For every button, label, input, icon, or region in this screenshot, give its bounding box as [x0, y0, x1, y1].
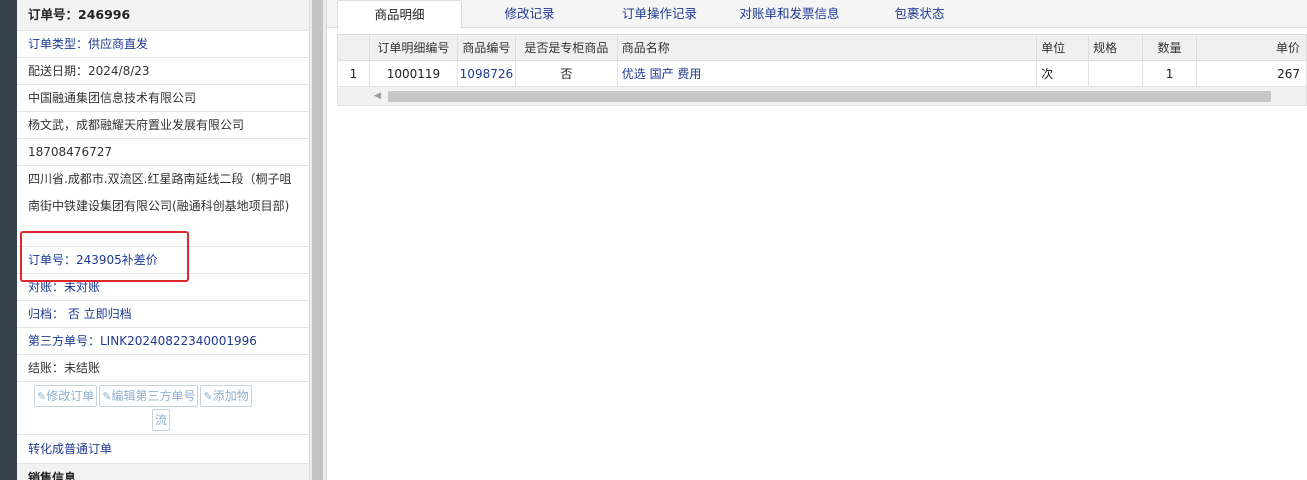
edit-icon: ✎	[37, 390, 47, 403]
horizontal-scrollbar[interactable]: ◀	[337, 87, 1307, 106]
row-index: 1	[337, 60, 370, 87]
convert-to-normal-order-link[interactable]: 转化成普通订单	[17, 435, 309, 464]
col-header-quantity[interactable]: 数量	[1142, 34, 1198, 61]
col-header-unit[interactable]: 单位	[1036, 34, 1090, 61]
product-grid: 订单明细编号 商品编号 是否是专柜商品 商品名称 单位 规格 数量 单价 1 1…	[337, 34, 1307, 106]
phone-number: 18708476727	[17, 139, 309, 166]
product-table: 订单明细编号 商品编号 是否是专柜商品 商品名称 单位 规格 数量 单价 1 1…	[337, 34, 1307, 87]
quantity: 1	[1142, 60, 1198, 87]
detail-number: 1000119	[368, 60, 458, 87]
archive-status[interactable]: 归档： 否 立即归档	[17, 301, 309, 328]
order-type: 订单类型：供应商直发	[17, 31, 309, 58]
order-info-panel: 订单号：246996 订单类型：供应商直发 配送日期：2024/8/23 中国融…	[17, 0, 309, 480]
sales-info-header: 销售信息	[17, 464, 309, 480]
edit-icon: ✎	[203, 390, 213, 403]
product-name-link[interactable]: 优选 国产 费用	[616, 60, 1038, 87]
third-party-number: 第三方单号：LINK20240822340001996	[17, 328, 309, 355]
tab-bar: 商品明细 修改记录 订单操作记录 对账单和发票信息 包裹状态	[327, 0, 1307, 29]
col-header-spec[interactable]: 规格	[1088, 34, 1144, 61]
spec	[1088, 60, 1144, 87]
col-header-is-counter[interactable]: 是否是专柜商品	[514, 34, 618, 61]
tab-modify-records[interactable]: 修改记录	[467, 0, 592, 28]
panel-scrollbar[interactable]	[309, 0, 327, 480]
modify-order-button[interactable]: ✎修改订单	[34, 385, 98, 407]
contact-info: 杨文武，成都融耀天府置业发展有限公司	[17, 112, 309, 139]
delivery-date: 配送日期：2024/8/23	[17, 58, 309, 85]
reconcile-status: 对账：未对账	[17, 274, 309, 301]
tab-package-status[interactable]: 包裹状态	[857, 0, 982, 28]
related-order-link[interactable]: 订单号：243905补差价	[17, 247, 309, 274]
horizontal-scrollbar-thumb[interactable]	[388, 91, 1271, 102]
table-row[interactable]: 1 1000119 1098726 否 优选 国产 费用 次 1 267	[337, 60, 1307, 87]
tab-operation-records[interactable]: 订单操作记录	[597, 0, 722, 28]
product-number-link[interactable]: 1098726	[456, 60, 516, 87]
col-header-price[interactable]: 单价	[1196, 34, 1307, 61]
left-nav-strip	[0, 0, 17, 480]
add-logistics-button-continued[interactable]: 流	[152, 409, 170, 431]
app: 订单号：246996 订单类型：供应商直发 配送日期：2024/8/23 中国融…	[0, 0, 1307, 480]
col-header-product-name[interactable]: 商品名称	[616, 34, 1038, 61]
col-header-index	[337, 34, 370, 61]
add-logistics-label: 添加物	[212, 389, 249, 403]
scroll-left-icon[interactable]: ◀	[374, 91, 381, 101]
col-header-product-no[interactable]: 商品编号	[456, 34, 516, 61]
order-number-header: 订单号：246996	[17, 0, 309, 31]
action-buttons: ✎修改订单 ✎编辑第三方单号 ✎添加物 流	[17, 382, 309, 435]
unit-price: 267	[1196, 60, 1307, 87]
settle-status: 结账：未结账	[17, 355, 309, 382]
modify-order-label: 修改订单	[46, 389, 95, 403]
is-counter-product: 否	[514, 60, 618, 87]
delivery-address: 四川省.成都市.双流区.红星路南延线二段（桐子咀南街中铁建设集团有限公司(融通科…	[17, 166, 309, 247]
unit: 次	[1036, 60, 1090, 87]
main-content: 商品明细 修改记录 订单操作记录 对账单和发票信息 包裹状态 订单明细编号 商品…	[327, 0, 1307, 480]
tab-statement-invoice[interactable]: 对账单和发票信息	[722, 0, 857, 28]
table-header-row: 订单明细编号 商品编号 是否是专柜商品 商品名称 单位 规格 数量 单价	[337, 34, 1307, 61]
edit-third-party-button[interactable]: ✎编辑第三方单号	[99, 385, 199, 407]
add-logistics-button[interactable]: ✎添加物	[200, 385, 252, 407]
col-header-detail-no[interactable]: 订单明细编号	[368, 34, 458, 61]
tab-product-details[interactable]: 商品明细	[337, 0, 462, 29]
edit-third-party-label: 编辑第三方单号	[111, 389, 196, 403]
scrollbar-thumb[interactable]	[312, 0, 323, 480]
company-name: 中国融通集团信息技术有限公司	[17, 85, 309, 112]
